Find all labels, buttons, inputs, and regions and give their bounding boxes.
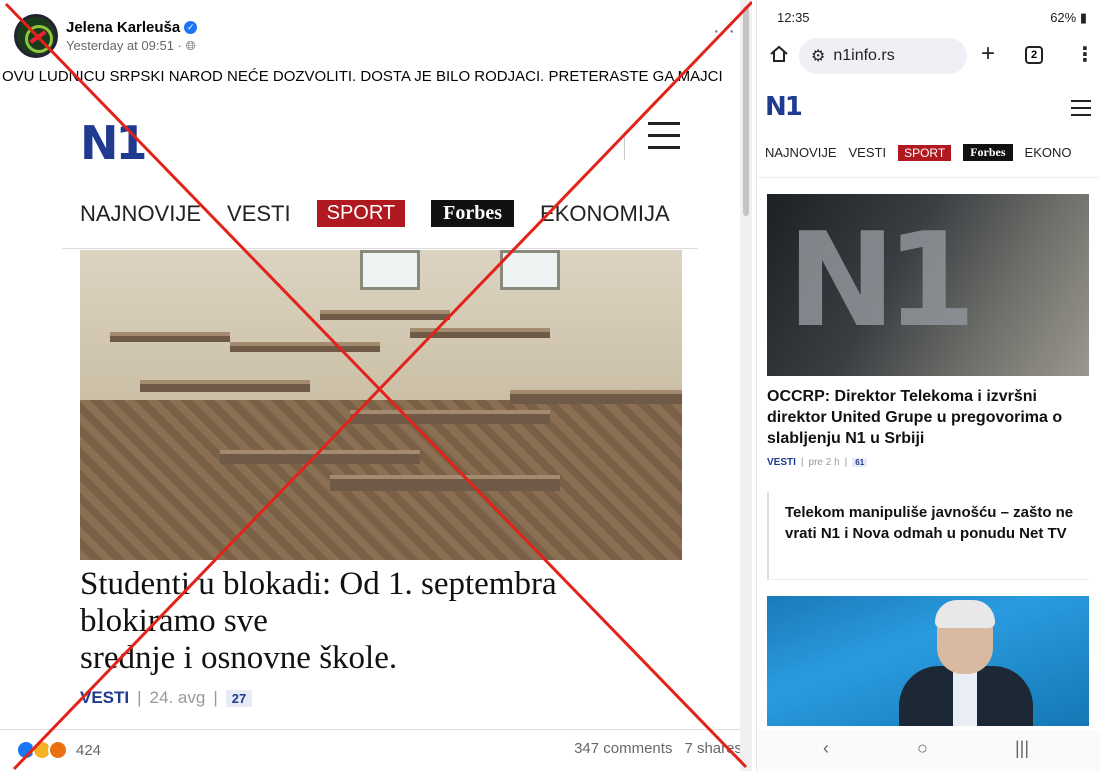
meta-separator: | — [213, 688, 218, 707]
site-header: N1 NAJNOVIJE VESTI SPORT Forbes EKONO — [757, 88, 1100, 178]
nav-ekonomija[interactable]: EKONO — [1025, 145, 1072, 160]
article3-image[interactable] — [767, 596, 1089, 726]
back-icon[interactable]: ‹ — [823, 738, 829, 759]
article1-meta: VESTI | pre 2 h | 61 — [767, 457, 868, 468]
meta-separator: | — [137, 688, 142, 707]
title-line-3: srednje i osnovne škole. — [80, 640, 398, 676]
reactions[interactable]: 424 — [16, 740, 101, 760]
author-name-row[interactable]: Jelena Karleuša ✓ — [66, 19, 198, 36]
article2[interactable]: Telekom manipuliše javnošću – zašto ne v… — [767, 492, 1089, 580]
new-tab-button[interactable]: + — [981, 40, 995, 68]
author-avatar[interactable] — [14, 14, 58, 58]
shared-article-meta: VESTI | 24. avg | 27 — [80, 688, 253, 708]
author-name[interactable]: Jelena Karleuša — [66, 19, 180, 36]
status-bar: 12:35 62% ▮ — [777, 10, 1087, 26]
tabs-count-button[interactable]: 2 — [1025, 46, 1043, 64]
verified-badge-icon: ✓ — [184, 20, 198, 34]
hamburger-menu-icon[interactable] — [1071, 100, 1091, 121]
battery-percent: 62% — [1050, 10, 1077, 25]
post-time[interactable]: Yesterday at 09:51 · — [66, 38, 186, 53]
title-line-1: Studenti u blokadi: Od 1. septembra — [80, 566, 557, 602]
facebook-post: Jelena Karleuša ✓ Yesterday at 09:51 · 🌐… — [0, 0, 752, 771]
nav-sport[interactable]: SPORT — [898, 144, 952, 161]
article1-time: pre 2 h — [808, 457, 840, 468]
shared-comment-count: 27 — [225, 689, 253, 707]
title-line-2: blokiramo sve — [80, 603, 268, 639]
home-circle-icon[interactable]: ○ — [917, 738, 928, 759]
reactions-count[interactable]: 424 — [76, 742, 101, 759]
url-text[interactable]: n1info.rs — [833, 47, 894, 65]
post-text: OVU LUDNICU SRPSKI NAROD NEĆE DOZVOLITI.… — [2, 68, 723, 85]
shared-article-title: Studenti u blokadi: Od 1. septembra blok… — [80, 566, 680, 677]
nav-forbes[interactable]: Forbes — [963, 144, 1013, 161]
author-meta: Jelena Karleuša ✓ Yesterday at 09:51 · 🌐… — [66, 19, 198, 54]
scrollbar[interactable] — [740, 0, 752, 771]
angry-reaction-icon — [48, 740, 68, 760]
address-bar[interactable]: ⚙︎ n1info.rs — [799, 38, 967, 74]
more-options-button[interactable]: ··· — [713, 20, 736, 43]
n1-logo: N1 — [80, 116, 147, 170]
hamburger-menu-icon — [648, 122, 680, 158]
article1-title[interactable]: OCCRP: Direktor Telekoma i izvršni direk… — [767, 386, 1093, 449]
site-nav: NAJNOVIJE VESTI SPORT Forbes EKONO — [765, 144, 1072, 161]
article1-image[interactable]: N1 — [767, 194, 1089, 376]
nav-sport: SPORT — [316, 200, 406, 227]
comments-count[interactable]: 347 comments — [574, 740, 672, 757]
nav-divider — [62, 248, 698, 249]
shares-count[interactable]: 7 shares — [684, 740, 742, 757]
globe-icon: 🌐︎ — [185, 37, 196, 53]
home-icon[interactable] — [769, 44, 789, 69]
nav-vesti: VESTI — [227, 200, 291, 226]
android-nav-bar: ‹ ○ ||| — [757, 730, 1100, 771]
divider — [624, 132, 625, 160]
site-settings-icon[interactable]: ⚙︎ — [811, 46, 825, 66]
scrollbar-thumb[interactable] — [743, 6, 749, 216]
n1-logo[interactable]: N1 — [765, 92, 803, 122]
nav-ekonomija: EKONOMIJA — [540, 200, 670, 226]
status-time: 12:35 — [777, 10, 810, 25]
nav-najnovije: NAJNOVIJE — [80, 200, 202, 226]
meta-separator: | — [800, 457, 804, 468]
post-time-row[interactable]: Yesterday at 09:51 · 🌐︎ — [66, 38, 197, 54]
shared-category: VESTI — [80, 688, 130, 707]
n1-sign-image-text: N1 — [787, 204, 976, 356]
shared-nav: NAJNOVIJE VESTI SPORT Forbes EKONOMIJA — [80, 200, 670, 227]
phone-browser: 12:35 62% ▮ ⚙︎ n1info.rs + 2 ⋮ N1 NAJNOV… — [756, 0, 1100, 771]
battery-icon: ▮ — [1079, 10, 1087, 25]
nav-najnovije[interactable]: NAJNOVIJE — [765, 145, 837, 160]
nav-forbes: Forbes — [431, 200, 515, 227]
shared-screenshot[interactable]: N1 NAJNOVIJE VESTI SPORT Forbes EKONOMIJ… — [62, 104, 698, 714]
post-header: Jelena Karleuša ✓ Yesterday at 09:51 · 🌐… — [14, 14, 198, 58]
battery-status: 62% ▮ — [1050, 10, 1087, 26]
article2-title[interactable]: Telekom manipuliše javnošću – zašto ne v… — [785, 502, 1089, 544]
browser-menu-icon[interactable]: ⋮ — [1075, 42, 1095, 67]
post-stats: 347 comments 7 shares — [574, 740, 742, 757]
article1-category[interactable]: VESTI — [767, 457, 796, 468]
nav-vesti[interactable]: VESTI — [849, 145, 887, 160]
meta-separator: | — [844, 457, 848, 468]
article1-comment-count[interactable]: 61 — [852, 458, 868, 467]
shared-date: 24. avg — [149, 688, 206, 707]
classroom-photo — [80, 250, 682, 560]
recents-icon[interactable]: ||| — [1015, 738, 1029, 759]
browser-toolbar: ⚙︎ n1info.rs + 2 ⋮ — [757, 36, 1100, 76]
post-footer: 424 347 comments 7 shares — [0, 729, 752, 771]
